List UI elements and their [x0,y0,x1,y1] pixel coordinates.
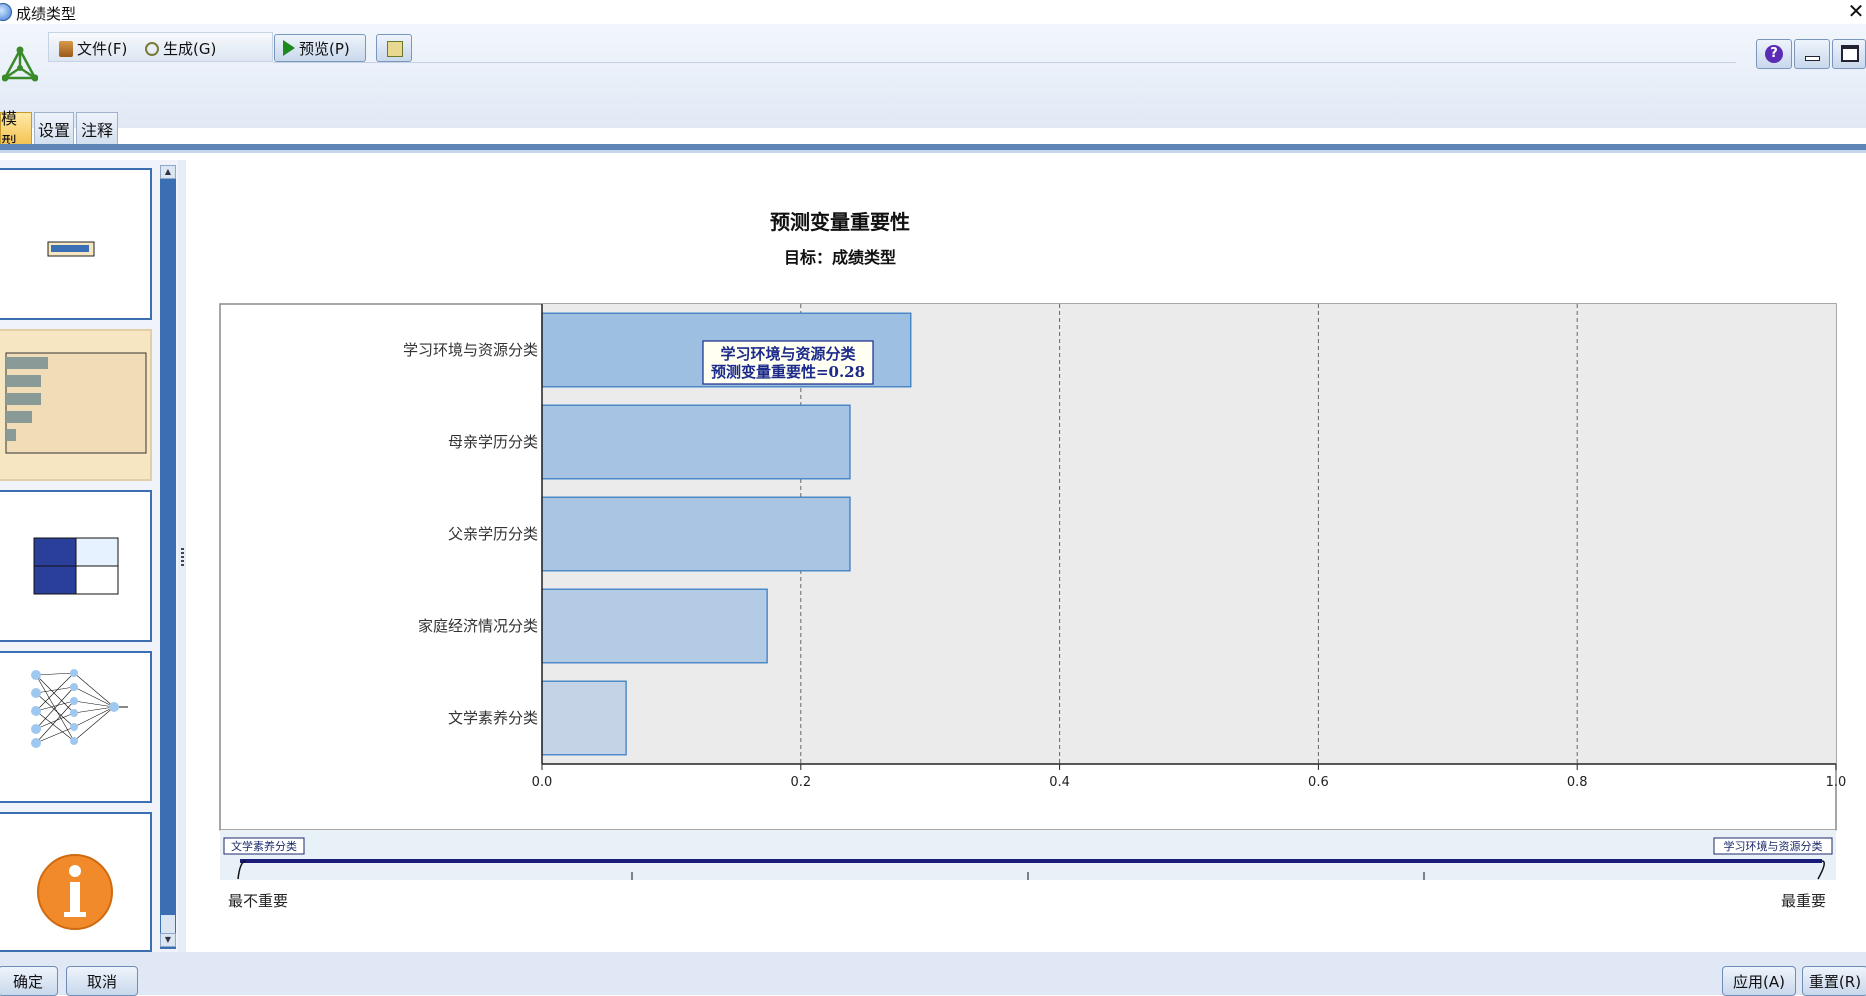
x-tick-label: 0.0 [532,775,553,790]
ok-button[interactable]: 确定 [0,966,58,996]
apply-button[interactable]: 应用(A) [1722,966,1796,996]
importance-bar[interactable] [541,588,768,664]
x-tick-label: 0.8 [1567,775,1588,790]
legend-min-field: 文学素养分类 [231,839,297,853]
legend-right-label: 最重要 [1781,892,1826,910]
category-label: 父亲学历分类 [448,525,538,543]
x-tick-label: 1.0 [1826,775,1847,790]
category-label: 母亲学历分类 [448,433,538,451]
importance-bar[interactable] [541,680,627,756]
tooltip-line-2: 预测变量重要性=0.28 [711,363,865,381]
bar-tooltip: 学习环境与资源分类 预测变量重要性=0.28 [702,340,874,385]
legend-max-field: 学习环境与资源分类 [1724,839,1823,853]
category-label: 学习环境与资源分类 [403,341,538,359]
importance-bar[interactable] [541,496,851,572]
category-label: 家庭经济情况分类 [418,617,538,635]
reset-button[interactable]: 重置(R) [1802,966,1866,996]
x-tick-label: 0.4 [1049,775,1070,790]
category-label: 文学素养分类 [448,709,538,727]
bottom-button-bar [0,952,1866,995]
cancel-button[interactable]: 取消 [66,966,138,996]
tooltip-line-1: 学习环境与资源分类 [720,345,856,363]
importance-bar[interactable] [541,404,851,480]
x-tick-label: 0.6 [1308,775,1329,790]
legend-left-label: 最不重要 [228,892,288,910]
x-tick-label: 0.2 [790,775,811,790]
predictor-importance-chart: 0.0 0.2 0.4 0.6 0.8 1.0 学习环境与资源分类母亲学历分类父亲学历分类… [219,303,1847,910]
